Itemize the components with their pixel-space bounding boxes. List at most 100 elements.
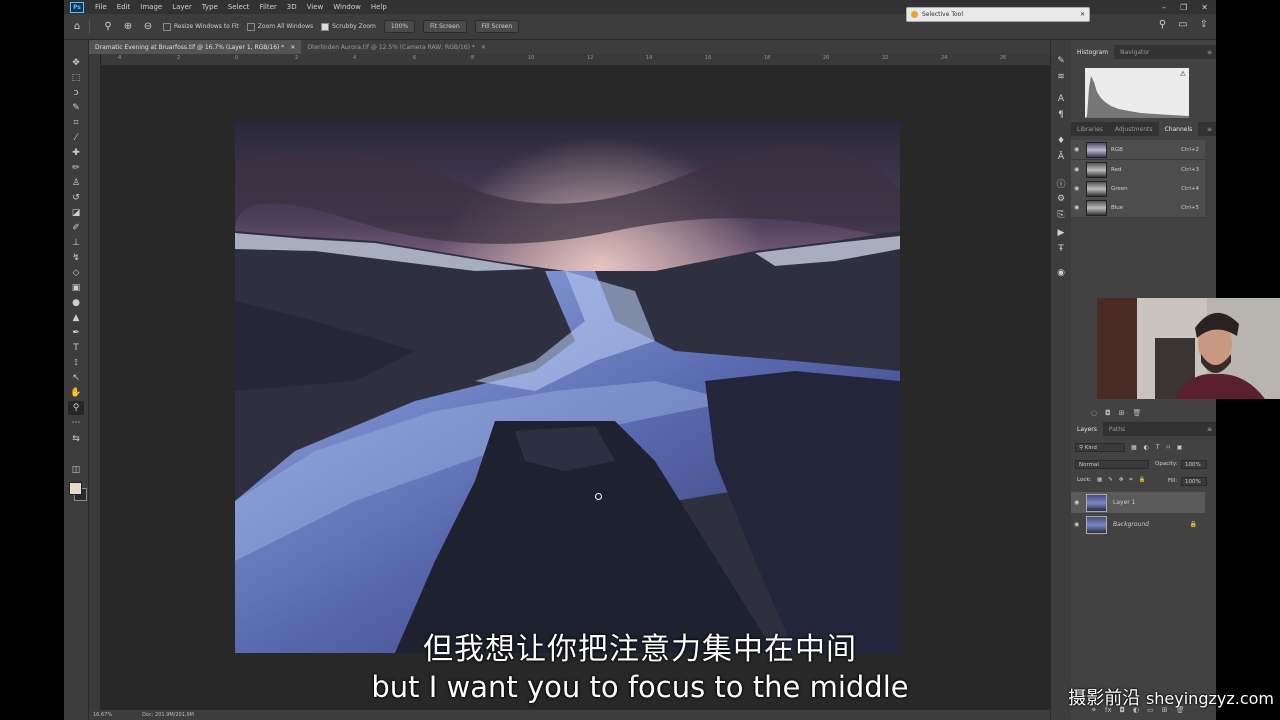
channel-row-rgb[interactable]: ◉ RGB Ctrl+2 — [1071, 140, 1205, 160]
brushes-icon[interactable]: ≋ — [1054, 70, 1068, 84]
tool-presets-icon[interactable]: Ŧ — [1054, 242, 1068, 256]
zoom-tool-icon[interactable]: ⚲ — [101, 20, 115, 34]
zoom-level[interactable]: 16.67% — [93, 712, 112, 718]
image-filter-icon[interactable]: ▦ — [1131, 444, 1137, 451]
shape-tool-icon[interactable]: ↖ — [68, 371, 84, 385]
blend-mode-select[interactable]: Normal — [1075, 460, 1149, 469]
tab-document-bruarfoss[interactable]: Dramatic Evening at Bruarfoss.tif @ 16.7… — [89, 40, 302, 54]
eye-icon[interactable]: ◉ — [1074, 146, 1084, 153]
scrubby-zoom-checkbox[interactable]: Scrubby Zoom — [321, 22, 376, 31]
trash-icon[interactable]: 🗑 — [1133, 409, 1142, 417]
quick-select-tool-icon[interactable]: ✎ — [68, 101, 84, 115]
close-icon[interactable]: ✕ — [1080, 11, 1085, 18]
zoom-out-icon[interactable]: ⊖ — [141, 20, 155, 34]
canvas-area[interactable] — [100, 65, 1050, 710]
warning-icon[interactable]: ⚠ — [1180, 70, 1186, 78]
stamp-tool-icon[interactable]: ⊥ — [68, 236, 84, 250]
share-icon[interactable]: ⇪ — [1200, 19, 1208, 30]
marquee-tool-icon[interactable]: ⬚ — [68, 71, 84, 85]
load-selection-icon[interactable]: ◌ — [1091, 409, 1097, 417]
home-icon[interactable]: ⌂ — [70, 20, 84, 34]
search-icon[interactable]: ⚲ — [1159, 19, 1166, 30]
menu-select[interactable]: Select — [223, 3, 255, 11]
opacity-input[interactable]: 100% — [1181, 460, 1207, 469]
lock-position-icon[interactable]: ✥ — [1119, 477, 1124, 484]
stamp-tool-icon[interactable]: ♙ — [68, 176, 84, 190]
new-channel-icon[interactable]: ⊞ — [1119, 409, 1125, 417]
fill-input[interactable]: 100% — [1181, 477, 1207, 486]
path-select-tool-icon[interactable]: ⟟ — [68, 356, 84, 370]
document-image[interactable] — [235, 121, 900, 653]
hand-tool-icon[interactable]: ✋ — [68, 386, 84, 400]
type-tool-icon[interactable]: T — [68, 341, 84, 355]
history-brush-icon[interactable]: ↺ — [68, 191, 84, 205]
channel-row-blue[interactable]: ◉ Blue Ctrl+5 — [1071, 198, 1205, 218]
tab-paths[interactable]: Paths — [1103, 422, 1131, 436]
menu-filter[interactable]: Filter — [254, 3, 281, 11]
menu-help[interactable]: Help — [366, 3, 392, 11]
tab-channels[interactable]: Channels — [1158, 122, 1199, 136]
artboard-icon[interactable]: ⌗ — [1129, 477, 1132, 484]
character-styles-icon[interactable]: Ā — [1054, 150, 1068, 164]
zoom-100-button[interactable]: 100% — [383, 20, 416, 33]
menu-window[interactable]: Window — [328, 3, 366, 11]
close-icon[interactable]: ✕ — [1201, 3, 1208, 12]
minimize-icon[interactable]: – — [1162, 3, 1166, 12]
panel-menu-icon[interactable]: ≡ — [1207, 122, 1212, 136]
tab-navigator[interactable]: Navigator — [1114, 45, 1155, 59]
menu-3d[interactable]: 3D — [282, 3, 302, 11]
eye-icon[interactable]: ◉ — [1074, 166, 1084, 173]
layer-row-background[interactable]: ◉ Background 🔒 — [1071, 514, 1205, 535]
shape-filter-icon[interactable]: ⌑ — [1167, 444, 1170, 451]
gradient-tool-icon[interactable]: ▣ — [68, 281, 84, 295]
glyphs-icon[interactable]: ♦ — [1054, 134, 1068, 148]
dodge-tool-icon[interactable]: ▲ — [68, 311, 84, 325]
info-icon[interactable]: ⓘ — [1054, 176, 1068, 190]
fill-screen-button[interactable]: Fill Screen — [474, 20, 520, 33]
quick-mask-icon[interactable]: ◫ — [68, 463, 84, 477]
eye-icon[interactable]: ◉ — [1074, 204, 1084, 211]
close-icon[interactable]: ✕ — [290, 44, 295, 51]
tab-histogram[interactable]: Histogram — [1071, 45, 1115, 59]
zoom-all-windows-checkbox[interactable]: Zoom All Windows — [246, 22, 313, 31]
selective-tool-window[interactable]: Selective Tool ✕ — [906, 7, 1090, 22]
eye-icon[interactable]: ◉ — [1074, 521, 1084, 528]
brush-tool-icon[interactable]: ✏ — [68, 161, 84, 175]
menu-type[interactable]: Type — [197, 3, 223, 11]
blur-tool-icon[interactable]: ● — [68, 296, 84, 310]
history-brush-icon[interactable]: ↯ — [68, 251, 84, 265]
menu-image[interactable]: Image — [135, 3, 167, 11]
restore-icon[interactable]: ❐ — [1180, 3, 1187, 12]
paragraph-icon[interactable]: ¶ — [1054, 108, 1068, 122]
tab-layers[interactable]: Layers — [1071, 422, 1103, 436]
brush-settings-icon[interactable]: ✎ — [1054, 54, 1068, 68]
save-selection-icon[interactable]: ◘ — [1105, 409, 1111, 417]
move-tool-icon[interactable]: ✥ — [68, 56, 84, 70]
lock-pixels-icon[interactable]: ✎ — [1108, 477, 1113, 484]
type-filter-icon[interactable]: T — [1156, 444, 1160, 451]
default-colors-icon[interactable]: ⇆ — [68, 432, 84, 446]
pen-tool-icon[interactable]: ✒ — [68, 326, 84, 340]
menu-layer[interactable]: Layer — [167, 3, 197, 11]
healing-brush-icon[interactable]: ✚ — [68, 146, 84, 160]
close-icon[interactable]: ✕ — [481, 44, 486, 51]
lock-transparent-icon[interactable]: ▦ — [1097, 477, 1102, 484]
fit-screen-button[interactable]: Fit Screen — [423, 20, 467, 33]
lasso-tool-icon[interactable]: ↄ — [68, 86, 84, 100]
clone-source-icon[interactable]: ⎘ — [1054, 208, 1068, 222]
plugin-icon[interactable]: ◉ — [1054, 266, 1068, 280]
channel-row-red[interactable]: ◉ Red Ctrl+3 — [1071, 160, 1205, 180]
layer-row-layer-1[interactable]: ◉ Layer 1 — [1071, 492, 1205, 513]
zoom-in-icon[interactable]: ⊕ — [121, 20, 135, 34]
actions-icon[interactable]: ▶ — [1054, 226, 1068, 240]
eye-icon[interactable]: ◉ — [1074, 185, 1084, 192]
eraser-tool-icon[interactable]: ◪ — [68, 206, 84, 220]
brush-tool-icon[interactable]: ✐ — [68, 221, 84, 235]
smart-filter-icon[interactable]: ▣ — [1177, 444, 1183, 451]
tab-document-aurora[interactable]: Oterlinden Aurora.tif @ 12.5% (Camera RA… — [301, 40, 492, 54]
lock-icon[interactable]: 🔒 — [1139, 477, 1146, 484]
eyedropper-tool-icon[interactable]: ⁄ — [68, 131, 84, 145]
menu-file[interactable]: File — [90, 3, 112, 11]
layer-filter-select[interactable]: ⚲ Kind — [1075, 443, 1125, 452]
adjustment-filter-icon[interactable]: ◐ — [1144, 444, 1149, 451]
